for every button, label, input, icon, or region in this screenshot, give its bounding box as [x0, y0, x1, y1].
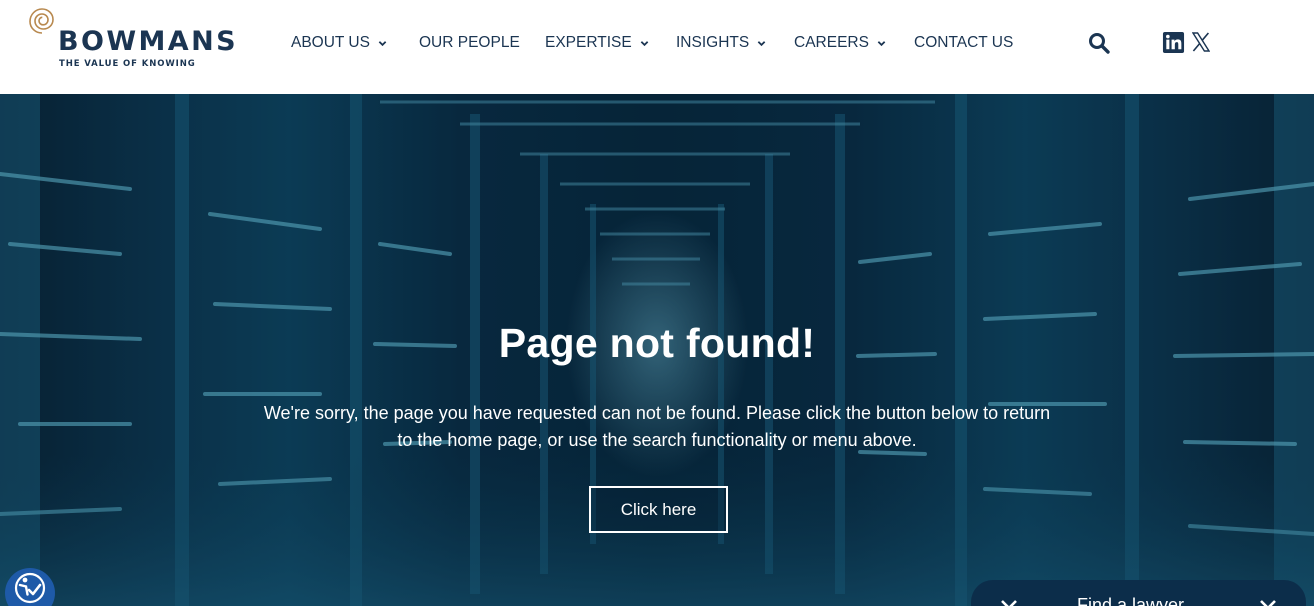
search-button[interactable] [1087, 31, 1111, 55]
find-lawyer-bar[interactable]: Find a lawyer [971, 580, 1306, 606]
x-twitter-link[interactable] [1191, 32, 1211, 52]
nav-label: CAREERS [794, 34, 869, 51]
linkedin-icon [1162, 31, 1185, 54]
nav-item-insights[interactable]: INSIGHTS [676, 32, 766, 54]
page-title: Page not found! [498, 320, 816, 366]
nav-label: OUR PEOPLE [419, 34, 520, 51]
nav-item-contact-us[interactable]: CONTACT US [914, 32, 1013, 54]
error-message: We're sorry, the page you have requested… [263, 403, 1051, 450]
chevron-down-icon [1260, 600, 1276, 606]
x-twitter-icon [1191, 32, 1211, 52]
chevron-down-icon [757, 40, 766, 46]
nav-label: ABOUT US [291, 34, 370, 51]
nav-item-our-people[interactable]: OUR PEOPLE [419, 32, 520, 54]
nav-label: INSIGHTS [676, 34, 750, 51]
linkedin-link[interactable] [1162, 31, 1185, 54]
nav-label: CONTACT US [914, 34, 1014, 51]
home-button[interactable]: Click here [589, 486, 728, 533]
nav-item-careers[interactable]: CAREERS [794, 32, 886, 54]
chevron-down-icon [877, 40, 886, 46]
nav-item-about-us[interactable]: ABOUT US [291, 32, 387, 54]
hero-section: Page not found! We're sorry, the page yo… [0, 94, 1314, 606]
chevron-down-icon [1001, 600, 1017, 606]
chevron-down-icon [378, 40, 387, 46]
main-nav: ABOUT US OUR PEOPLE EXPERTISE INSIGHTS C… [0, 32, 1314, 54]
nav-label: EXPERTISE [545, 34, 632, 51]
brand-tagline: THE VALUE OF KNOWING [59, 59, 196, 69]
chevron-down-icon [640, 40, 649, 46]
search-icon [1089, 33, 1110, 54]
nav-item-expertise[interactable]: EXPERTISE [545, 32, 649, 54]
accessibility-icon [14, 572, 46, 604]
site-header: BOWMANS THE VALUE OF KNOWING ABOUT US OU… [0, 0, 1314, 94]
find-lawyer-label: Find a lawyer [1077, 595, 1185, 606]
